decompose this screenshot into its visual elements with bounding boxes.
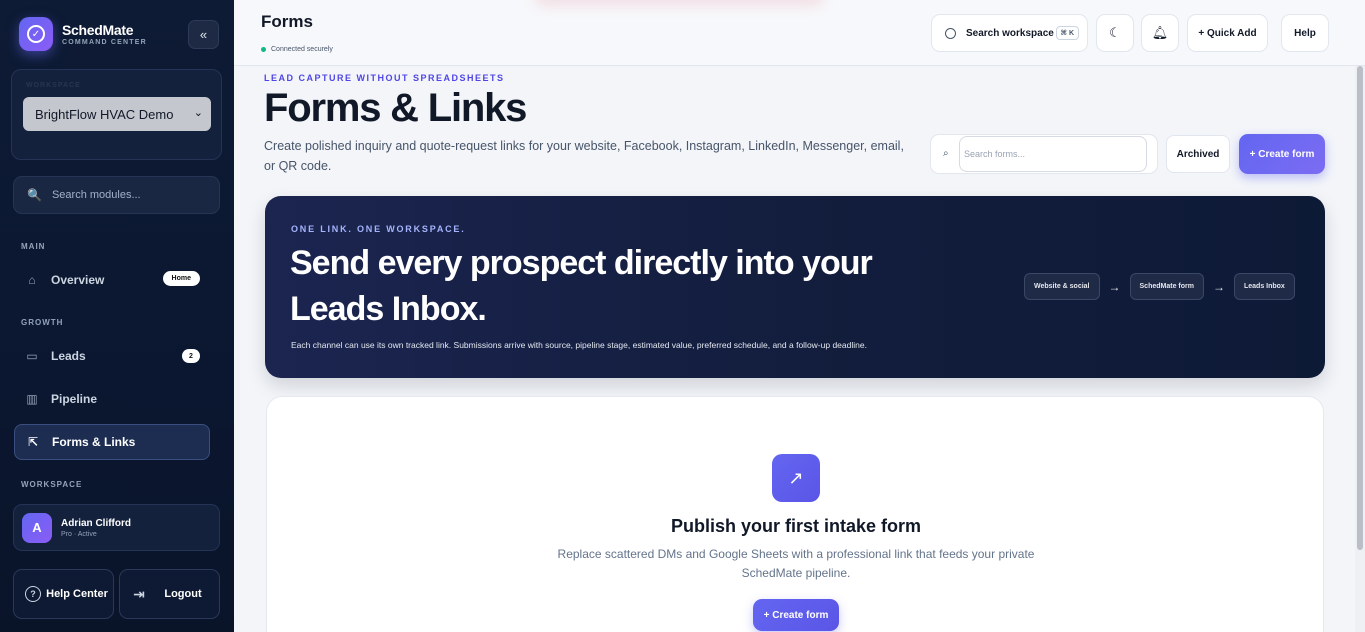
empty-state-title: Publish your first intake form	[670, 516, 922, 536]
hero-description: Each channel can use its own tracked lin…	[291, 340, 867, 350]
search-icon: ⌕	[943, 148, 949, 159]
empty-state-description: Replace scattered DMs and Google Sheets …	[557, 547, 1035, 580]
workspace-switcher: WORKSPACE BrightFlow HVAC Demo ⌄	[11, 69, 222, 160]
connection-status: Connected securely	[261, 46, 333, 53]
logout-button[interactable]: ⇥ Logout	[119, 569, 220, 619]
sidebar-item-forms[interactable]: ⇱ Forms & Links	[14, 424, 210, 460]
workspace-label: WORKSPACE	[26, 82, 81, 89]
section-label-workspace: WORKSPACE	[21, 480, 83, 489]
sidebar-item-label: Leads	[51, 349, 86, 363]
sidebar-item-pipeline[interactable]: ▥ Pipeline	[14, 381, 210, 417]
help-center-label: Help Center	[46, 588, 108, 600]
status-dot-icon	[261, 47, 266, 52]
page-heading: Forms & Links	[264, 86, 527, 130]
brand[interactable]: ✓ SchedMate COMMAND CENTER	[19, 17, 147, 51]
arrow-up-right-icon: ↗	[772, 454, 820, 502]
help-button[interactable]: Help	[1281, 14, 1329, 52]
workspace-search-button[interactable]: Search workspace ⌘ K	[931, 14, 1088, 52]
hero-banner: ONE LINK. ONE WORKSPACE. Send every pros…	[265, 196, 1325, 378]
chevron-left-icon: «	[199, 27, 208, 42]
flow-step-form: SchedMate form	[1129, 273, 1204, 300]
top-bar: Forms Connected securely Search workspac…	[234, 0, 1365, 66]
user-status: Pro · Active	[61, 530, 97, 538]
brand-subtitle: COMMAND CENTER	[62, 39, 147, 46]
leads-count-badge: 2	[182, 349, 200, 363]
module-search-input[interactable]	[51, 189, 202, 201]
sidebar-item-leads[interactable]: ▭ Leads 2	[14, 338, 210, 374]
arrow-right-icon: →	[1108, 279, 1121, 294]
sidebar-item-label: Pipeline	[51, 392, 98, 406]
flow-step-inbox: Leads Inbox	[1233, 273, 1295, 300]
sidebar-item-label: Overview	[51, 273, 105, 287]
notifications-button[interactable]: 🔔︎	[1141, 14, 1179, 52]
hero-title: Send every prospect directly into your L…	[290, 244, 873, 328]
home-badge: Home	[162, 271, 200, 286]
empty-state-card: ↗ Publish your first intake form Replace…	[266, 396, 1324, 632]
check-circle-icon: ✓	[19, 17, 53, 51]
logout-label: Logout	[164, 588, 202, 600]
form-search-input[interactable]: Search forms...	[959, 136, 1147, 172]
chevron-down-icon: ⌄	[193, 107, 203, 119]
quick-add-button[interactable]: + Quick Add	[1187, 14, 1268, 52]
flow-step-source: Website & social	[1024, 273, 1100, 300]
workspace-select-value: BrightFlow HVAC Demo	[35, 106, 174, 122]
shortcut-badge: ⌘ K	[1055, 26, 1079, 40]
section-label-main: MAIN	[21, 242, 46, 251]
workspace-search-label: Search workspace	[966, 27, 1054, 39]
home-icon: ⌂	[28, 273, 36, 287]
create-form-button[interactable]: + Create form	[1239, 134, 1325, 174]
user-name: Adrian Clifford	[61, 517, 131, 529]
user-card[interactable]: A Adrian Clifford Pro · Active	[13, 504, 220, 551]
scrollbar-thumb[interactable]	[1357, 66, 1363, 550]
page-description: Create polished inquiry and quote-reques…	[264, 139, 904, 173]
module-search[interactable]: 🔍	[13, 176, 220, 214]
search-icon: 🔍	[27, 188, 42, 202]
decorative-glow	[534, 0, 824, 6]
question-circle-icon: ?	[25, 586, 41, 602]
logout-icon: ⇥	[133, 585, 145, 602]
share-icon: ⇱	[27, 435, 39, 449]
page-eyebrow: LEAD CAPTURE WITHOUT SPREADSHEETS	[264, 73, 505, 83]
hero-eyebrow: ONE LINK. ONE WORKSPACE.	[291, 224, 466, 234]
collapse-sidebar-button[interactable]: «	[188, 20, 219, 49]
brand-name: SchedMate	[62, 22, 134, 38]
form-search: ⌕ Search forms...	[930, 134, 1158, 174]
help-center-button[interactable]: ? Help Center	[13, 569, 114, 619]
arrow-right-icon: →	[1212, 279, 1225, 294]
search-icon	[945, 27, 956, 39]
scrollbar[interactable]	[1355, 66, 1365, 632]
connection-text: Connected securely	[271, 46, 333, 53]
section-label-growth: GROWTH	[21, 318, 64, 327]
bell-icon: 🔔︎	[1151, 25, 1169, 40]
kanban-icon: ▥	[26, 392, 38, 406]
flow-diagram: Website & social → SchedMate form → Lead…	[1024, 273, 1295, 300]
archived-button[interactable]: Archived	[1166, 135, 1230, 173]
empty-create-form-button[interactable]: + Create form	[753, 599, 839, 631]
page-title: Forms	[261, 12, 313, 31]
sidebar-item-overview[interactable]: ⌂ Overview Home	[14, 262, 210, 298]
avatar: A	[22, 512, 52, 543]
inbox-icon: ▭	[26, 349, 38, 363]
sidebar: ✓ SchedMate COMMAND CENTER « WORKSPACE B…	[0, 0, 234, 632]
workspace-select[interactable]: BrightFlow HVAC Demo ⌄	[23, 97, 211, 131]
theme-toggle-button[interactable]: ☾	[1096, 14, 1134, 52]
sidebar-item-label: Forms & Links	[52, 435, 136, 449]
moon-icon: ☾	[1109, 25, 1121, 40]
